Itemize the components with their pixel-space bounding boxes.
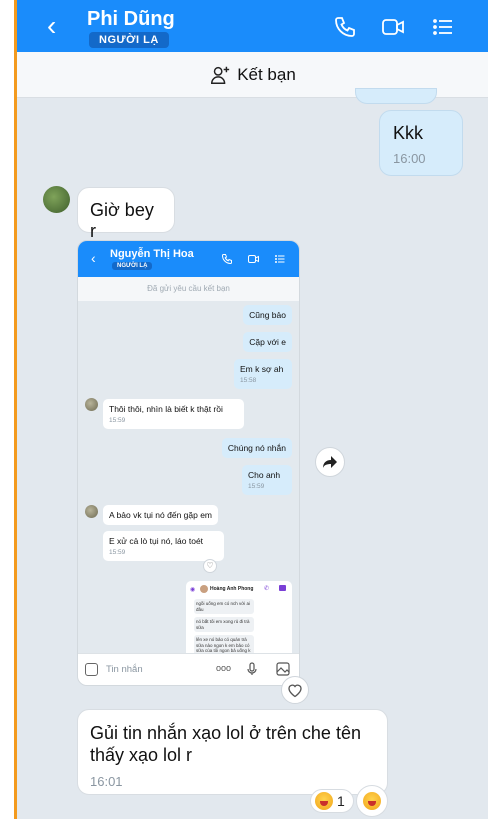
shot-image-icon <box>276 662 290 676</box>
message-bubble-incoming[interactable]: Giờ bey r <box>77 187 175 241</box>
message-time: 16:01 <box>90 774 123 789</box>
shot-back-icon: ‹ <box>91 250 96 266</box>
contact-name[interactable]: Phi Dũng <box>87 8 175 31</box>
shot-bubble-time: 15:59 <box>109 549 126 556</box>
phone-icon[interactable] <box>333 15 357 39</box>
shot-sticker-icon <box>85 663 98 676</box>
shot-request-bar: Đã gửi yêu cầu kết bạn <box>78 277 299 301</box>
previous-message-bubble[interactable] <box>355 88 437 104</box>
shot-input-bar: Tin nhắn ooo <box>78 653 299 685</box>
nested-avatar <box>200 585 208 593</box>
nested-phone-icon: ✆ <box>264 586 270 592</box>
shot-bubble: Cặp với e <box>243 332 292 352</box>
shot-header: ‹ Nguyễn Thị Hoa NGƯỜI LẠ <box>78 241 299 277</box>
message-bubble-outgoing[interactable]: Kkk 16:00 <box>379 110 463 176</box>
shot-phone-icon <box>221 254 232 265</box>
reaction-count: 1 <box>337 793 345 809</box>
forward-arrow-icon <box>323 456 337 468</box>
message-text: Giờ bey r <box>90 200 154 241</box>
shot-contact-name: Nguyễn Thị Hoa <box>110 248 194 260</box>
back-button[interactable]: ‹ <box>47 12 56 40</box>
shot-bubble-text: E xử cả lò tụi nó, láo toét <box>109 536 204 546</box>
menu-list-icon[interactable] <box>431 15 455 39</box>
message-text: Kkk <box>393 123 424 143</box>
shot-bubble: A bảo vk tụi nó đến gặp em <box>103 505 219 525</box>
shot-heart-icon: ♡ <box>203 559 217 573</box>
laughing-emoji-icon <box>315 792 333 810</box>
shot-bubble-text: Cho anh <box>248 470 281 480</box>
message-text: Gủi tin nhắn xạo lol ở trên che tên thấy… <box>90 723 361 765</box>
shot-bubble-text: Thôi thôi, nhìn là biết k thật rồi <box>109 404 223 414</box>
chat-header: ‹ Phi Dũng NGƯỜI LẠ <box>17 0 488 52</box>
nested-screenshot: ◉ Hoàng Anh Phong ✆ ngồi uống em có nch … <box>186 581 292 661</box>
reaction-summary[interactable]: 1 <box>310 789 354 813</box>
shot-more-icon: ooo <box>216 663 232 673</box>
add-friend-label: Kết bạn <box>237 64 296 84</box>
image-message[interactable]: ‹ Nguyễn Thị Hoa NGƯỜI LẠ Đã gửi yêu cầu… <box>77 240 300 686</box>
share-button[interactable] <box>315 447 345 477</box>
message-bubble-incoming[interactable]: Gủi tin nhắn xạo lol ở trên che tên thấy… <box>77 709 388 795</box>
nested-video-icon <box>279 585 286 591</box>
shot-mic-icon <box>247 662 257 675</box>
nested-eye-icon: ◉ <box>190 587 196 593</box>
add-reaction-button[interactable] <box>356 785 388 817</box>
shot-bubble-time: 15:59 <box>109 417 126 424</box>
shot-bubble: Chúng nó nhắn <box>221 438 292 458</box>
shot-bubble: Cũng bảo <box>243 305 292 325</box>
react-heart-button[interactable] <box>281 676 309 704</box>
nested-name: Hoàng Anh Phong <box>210 586 254 592</box>
shot-stranger-badge: NGƯỜI LẠ <box>112 262 153 270</box>
shot-menu-icon <box>275 255 285 263</box>
chat-window: ‹ Phi Dũng NGƯỜI LẠ Kết bạn Kkk 16:00 Gi… <box>14 0 488 819</box>
shot-input-placeholder: Tin nhắn <box>106 664 143 675</box>
shot-avatar <box>85 398 98 411</box>
nested-line: ngồi uống em có nch với ai đâu <box>194 599 254 614</box>
shot-bubble: Thôi thôi, nhìn là biết k thật rồi 15:59 <box>103 399 244 429</box>
sender-avatar[interactable] <box>43 186 70 213</box>
shot-bubble-text: Em k sợ ah <box>240 364 284 374</box>
shot-bubble: Em k sợ ah 15:58 <box>234 359 292 389</box>
shot-bubble: E xử cả lò tụi nó, láo toét 15:59 <box>103 531 224 561</box>
shot-avatar <box>85 505 98 518</box>
shot-bubble-time: 15:58 <box>240 377 257 384</box>
video-call-icon[interactable] <box>381 15 405 39</box>
nested-line: nó bắt tôi em xong rủ đi trà sữa <box>194 617 254 632</box>
shot-bubble: Cho anh 15:59 <box>242 465 292 495</box>
shot-bubble-time: 15:59 <box>248 483 265 490</box>
message-time: 16:00 <box>393 151 426 166</box>
add-friend-icon <box>211 66 230 84</box>
laughing-emoji-icon <box>363 792 381 810</box>
stranger-badge: NGƯỜI LẠ <box>89 32 169 48</box>
heart-icon <box>288 684 302 697</box>
shot-video-icon <box>248 255 259 263</box>
